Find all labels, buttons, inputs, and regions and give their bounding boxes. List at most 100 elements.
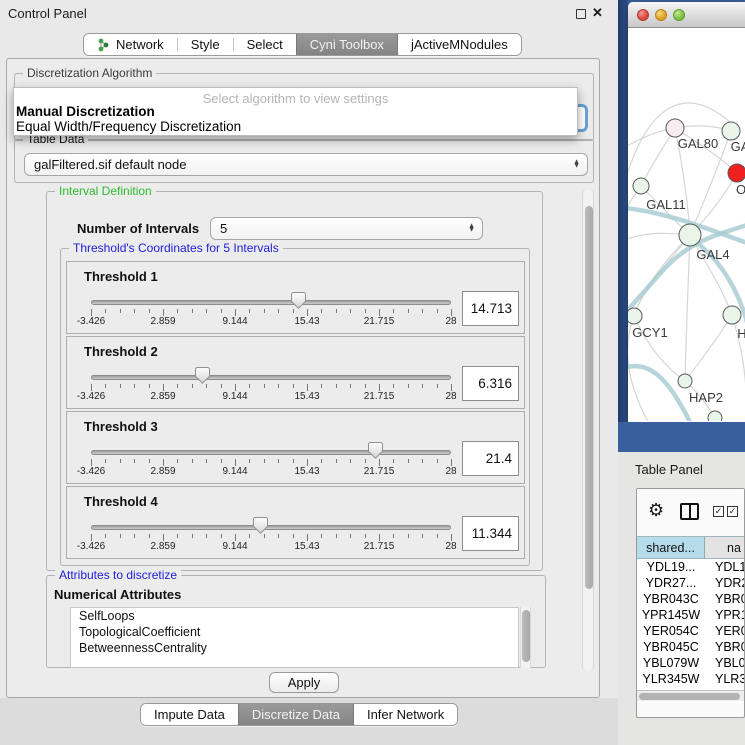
- network-node-GAL80[interactable]: [666, 119, 684, 137]
- network-node-bottom-node[interactable]: [708, 411, 722, 421]
- table-row[interactable]: YPR145WYPR1: [637, 607, 745, 623]
- list-item[interactable]: SelfLoops: [71, 608, 518, 624]
- table-scrollbar-thumb[interactable]: [639, 693, 740, 700]
- algorithm-option[interactable]: Manual Discretization: [14, 104, 577, 119]
- table-row[interactable]: YDL19...YDL1: [637, 559, 745, 575]
- checkbox-icon[interactable]: ✓: [713, 506, 724, 517]
- table-panel: Table Panel ⚙ ✓ ✓ shared...naYDL19...YDL…: [618, 452, 745, 745]
- table-data-combobox[interactable]: galFiltered.sif default node ▲▼: [24, 153, 588, 176]
- slider-tick-label: 15.43: [281, 316, 333, 327]
- slider-track[interactable]: [91, 375, 451, 380]
- slider-tick: [422, 459, 423, 463]
- split-columns-icon[interactable]: [680, 503, 699, 520]
- network-edge: [634, 235, 690, 316]
- table-cell: YBR043C: [637, 591, 705, 607]
- tab-cyni-toolbox[interactable]: Cyni Toolbox: [296, 34, 398, 55]
- attributes-scrollbar-thumb[interactable]: [522, 610, 530, 662]
- checkbox-icon[interactable]: ✓: [727, 506, 738, 517]
- slider-thumb[interactable]: [291, 292, 306, 309]
- number-of-intervals-combobox[interactable]: 5 ▲▼: [210, 217, 483, 240]
- table-cell: YBR045C: [637, 639, 705, 655]
- attributes-list-scrollbar[interactable]: [520, 607, 531, 668]
- close-traffic-light[interactable]: [637, 9, 649, 21]
- tab-impute-data[interactable]: Impute Data: [141, 704, 238, 725]
- tab-network[interactable]: Network: [84, 34, 177, 55]
- threshold-value-field[interactable]: 11.344: [462, 516, 519, 551]
- tab-discretize-data[interactable]: Discretize Data: [238, 704, 354, 725]
- slider-tick: [91, 459, 92, 466]
- bottom-tab-bar: Impute Data Discretize Data Infer Network: [140, 703, 458, 726]
- table-cell: YBR0: [705, 639, 745, 655]
- list-item[interactable]: BetweennessCentrality: [71, 640, 518, 656]
- numerical-attributes-list[interactable]: SelfLoopsTopologicalCoefficientBetweenne…: [70, 607, 519, 668]
- node-table: shared...naYDL19...YDL1YDR27...YDR2YBR04…: [637, 536, 745, 703]
- minimize-traffic-light[interactable]: [655, 9, 667, 21]
- threshold-value-field[interactable]: 21.4: [462, 441, 519, 476]
- thresholds-container: Threshold 1-3.4262.8599.14415.4321.71528…: [66, 261, 525, 561]
- network-node-GCY1[interactable]: [628, 308, 642, 324]
- tab-select[interactable]: Select: [234, 34, 296, 55]
- slider-tick: [379, 309, 380, 316]
- slider-tick-label: 21.715: [353, 316, 405, 327]
- network-window-titlebar[interactable]: [628, 2, 745, 28]
- network-view-window: GAL80GAOGAL11GAL4GCY1HHAP2: [628, 2, 745, 422]
- column-header-2[interactable]: na: [705, 537, 745, 558]
- table-row[interactable]: YER054CYER0: [637, 623, 745, 639]
- network-node-GAL11[interactable]: [633, 178, 649, 194]
- zoom-traffic-light[interactable]: [673, 9, 685, 21]
- node-label: GAL4: [696, 247, 729, 262]
- slider-tick: [91, 309, 92, 316]
- network-icon: [97, 38, 116, 52]
- network-canvas[interactable]: GAL80GAOGAL11GAL4GCY1HHAP2: [628, 28, 745, 421]
- table-panel-inner: ⚙ ✓ ✓ shared...naYDL19...YDL1YDR27...YDR…: [636, 488, 745, 718]
- close-icon[interactable]: ✕: [592, 5, 603, 21]
- threshold-value-field[interactable]: 6.316: [462, 366, 519, 401]
- table-cell: YLR345W: [637, 671, 705, 687]
- tab-style[interactable]: Style: [178, 34, 233, 55]
- slider-tick: [105, 534, 106, 538]
- slider-tick: [408, 384, 409, 388]
- slider-track[interactable]: [91, 525, 451, 530]
- top-tab-label: Select: [247, 37, 283, 52]
- float-window-icon[interactable]: [576, 9, 586, 19]
- network-node-red-node[interactable]: [728, 164, 745, 182]
- slider-tick: [264, 534, 265, 538]
- list-item[interactable]: TopologicalCoefficient: [71, 624, 518, 640]
- table-row[interactable]: YBR043CYBR0: [637, 591, 745, 607]
- algorithm-option[interactable]: Equal Width/Frequency Discretization: [14, 119, 577, 134]
- node-label: GAL11: [646, 197, 686, 212]
- slider-tick: [350, 534, 351, 538]
- combo-arrows-icon: ▲▼: [573, 160, 580, 169]
- tab-jactivemnodules[interactable]: jActiveMNodules: [398, 34, 521, 55]
- network-node-HAP2[interactable]: [678, 374, 692, 388]
- table-row[interactable]: YBR045CYBR0: [637, 639, 745, 655]
- slider-tick: [293, 534, 294, 538]
- network-edge: [685, 235, 690, 381]
- tab-infer-network[interactable]: Infer Network: [354, 704, 457, 725]
- slider-track[interactable]: [91, 450, 451, 455]
- slider-tick-label: 21.715: [353, 541, 405, 552]
- table-row[interactable]: YDR27...YDR2: [637, 575, 745, 591]
- panel-scrollbar-thumb[interactable]: [585, 206, 593, 589]
- gear-icon[interactable]: ⚙: [648, 500, 664, 521]
- network-node-top-right[interactable]: [722, 122, 740, 140]
- slider-thumb[interactable]: [368, 442, 383, 459]
- network-node-GAL4[interactable]: [679, 224, 701, 246]
- control-panel-title: Control Panel: [8, 6, 87, 21]
- slider-track[interactable]: [91, 300, 451, 305]
- network-node-right-mid[interactable]: [723, 306, 741, 324]
- slider-tick: [177, 459, 178, 463]
- column-header-1[interactable]: shared...: [637, 537, 705, 558]
- apply-button[interactable]: Apply: [269, 672, 339, 693]
- panel-scrollbar[interactable]: [582, 189, 594, 671]
- threshold-value-field[interactable]: 14.713: [462, 291, 519, 326]
- slider-thumb[interactable]: [253, 517, 268, 534]
- table-row[interactable]: YBL079WYBL0: [637, 655, 745, 671]
- slider-thumb[interactable]: [195, 367, 210, 384]
- slider-tick: [451, 384, 452, 391]
- table-horizontal-scrollbar[interactable]: [637, 690, 745, 701]
- table-row[interactable]: YLR345WYLR3: [637, 671, 745, 687]
- table-cell: YER054C: [637, 623, 705, 639]
- slider-tick: [235, 309, 236, 316]
- bottom-tab-label: Discretize Data: [252, 707, 340, 722]
